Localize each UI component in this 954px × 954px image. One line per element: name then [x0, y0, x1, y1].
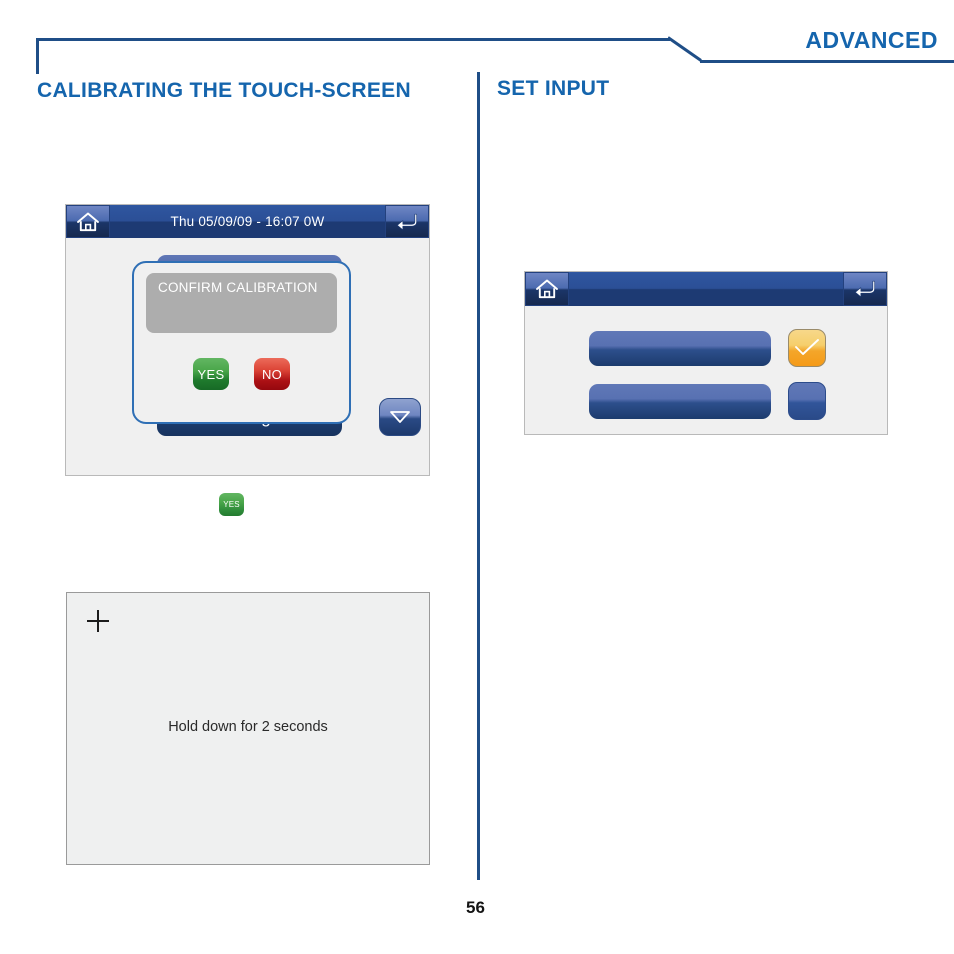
enter-return-icon — [396, 213, 418, 230]
home-icon — [77, 212, 99, 231]
enter-return-icon — [854, 280, 876, 298]
calibration-target-screen[interactable]: Hold down for 2 seconds — [66, 592, 430, 865]
confirm-check-button[interactable] — [788, 329, 826, 367]
home-button[interactable] — [66, 205, 110, 238]
device-titlebar — [525, 272, 887, 306]
dialog-no-button[interactable]: NO — [254, 358, 290, 390]
set-input-device-mockup — [524, 271, 888, 435]
home-button[interactable] — [525, 272, 569, 306]
column-divider — [477, 72, 480, 880]
input-row — [589, 329, 826, 367]
dialog-message: CONFIRM CALIBRATION — [146, 273, 337, 333]
header-rule-right — [700, 60, 954, 63]
page-number: 56 — [466, 898, 485, 917]
input-field-button[interactable] — [589, 330, 771, 366]
calibration-instruction: Hold down for 2 seconds — [168, 719, 328, 735]
header-rule-left — [36, 38, 670, 41]
calibration-device-mockup: Thu 05/09/09 - 16:07 0W Reset configurat… — [65, 204, 430, 476]
home-icon — [536, 279, 558, 299]
dialog-yes-button[interactable]: YES — [193, 358, 229, 390]
chevron-down-icon — [390, 411, 410, 423]
section-heading-set-input: SET INPUT — [497, 77, 610, 100]
dialog-actions: YES NO — [134, 358, 349, 390]
section-heading-calibrating: CALIBRATING THE TOUCH-SCREEN — [37, 79, 411, 102]
blank-button-icon[interactable] — [788, 382, 826, 420]
device-status-text: Thu 05/09/09 - 16:07 0W — [170, 214, 325, 229]
manual-page: ADVANCED CALIBRATING THE TOUCH-SCREEN SE… — [0, 0, 954, 954]
yes-badge-icon: YES — [219, 493, 244, 516]
back-button[interactable] — [843, 272, 887, 306]
header-rule-diagonal — [668, 36, 702, 62]
header-rule-descender — [36, 38, 39, 74]
device-titlebar: Thu 05/09/09 - 16:07 0W — [66, 205, 429, 238]
input-row — [589, 382, 826, 420]
confirm-calibration-dialog: CONFIRM CALIBRATION YES NO — [132, 261, 351, 424]
back-button[interactable] — [385, 205, 429, 238]
page-title: ADVANCED — [805, 27, 938, 53]
scroll-down-button[interactable] — [379, 398, 421, 436]
input-field-button[interactable] — [589, 383, 771, 419]
checkmark-icon — [795, 339, 819, 355]
crosshair-icon[interactable] — [87, 610, 109, 632]
